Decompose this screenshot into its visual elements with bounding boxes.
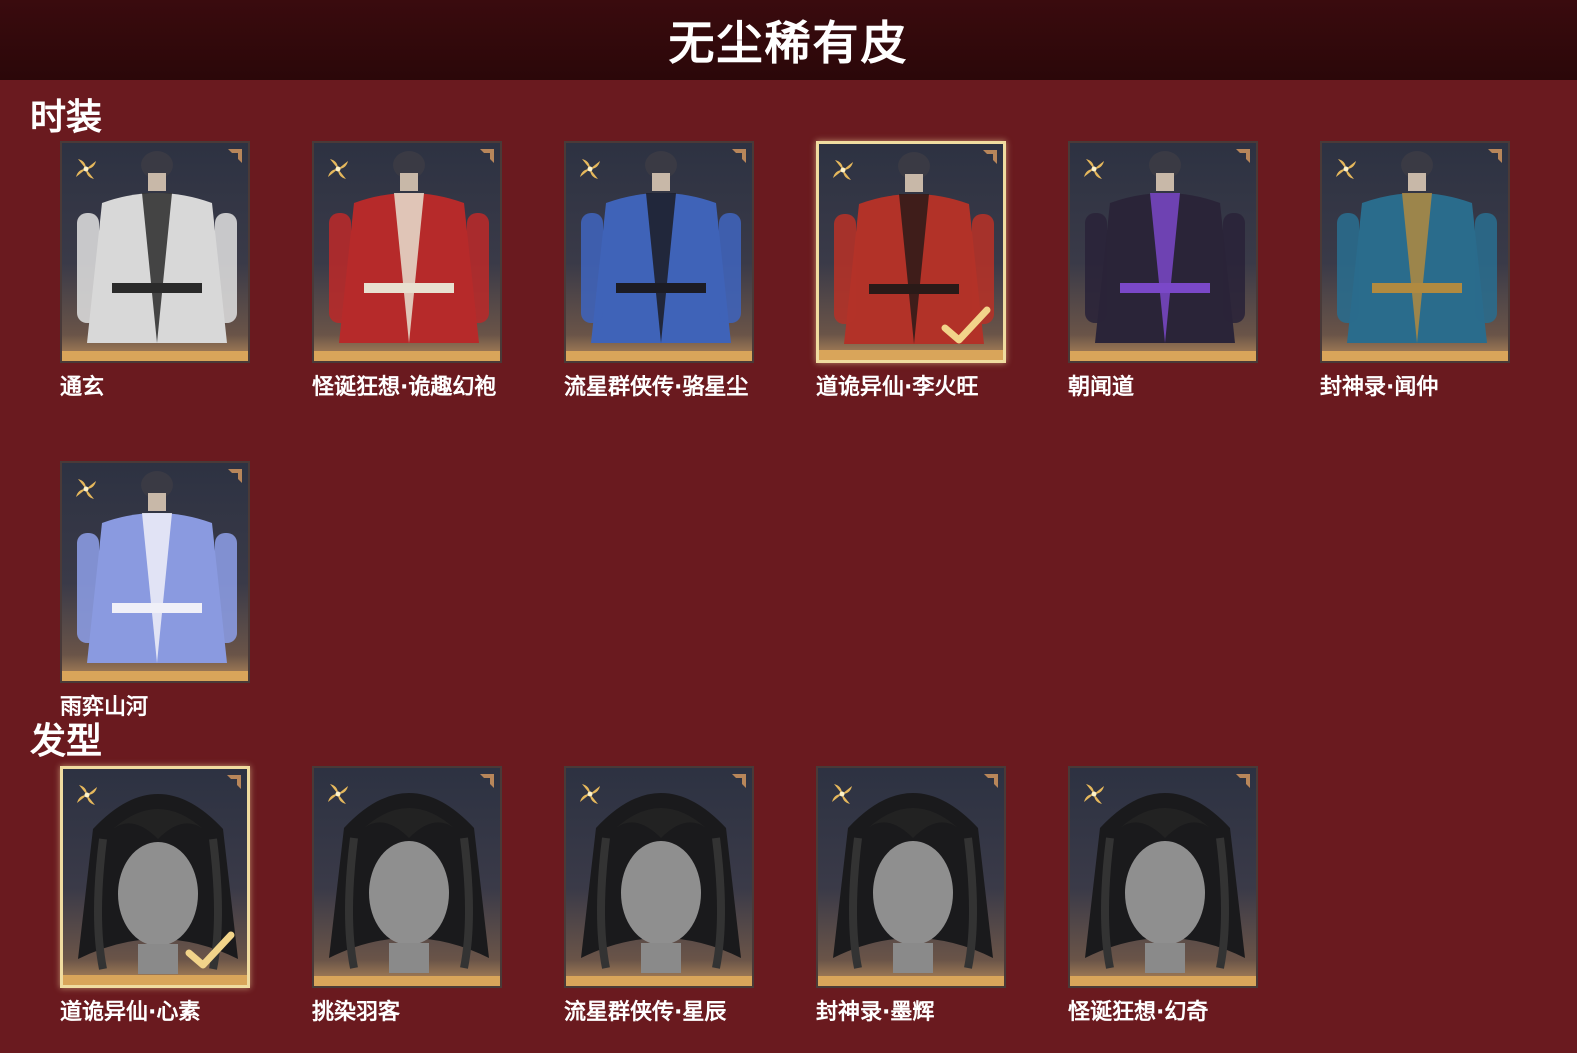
hair-item[interactable]: 怪诞狂想·幻奇 bbox=[1068, 766, 1258, 1026]
fashion-item[interactable]: 怪诞狂想·诡趣幻袍 bbox=[312, 141, 502, 401]
section-title-hair: 发型 bbox=[30, 721, 103, 762]
fashion-label: 封神录·闻仲 bbox=[1320, 375, 1439, 400]
gold-flower-icon bbox=[324, 780, 352, 808]
hair-card[interactable] bbox=[1068, 766, 1258, 988]
corner-ornament-icon bbox=[1234, 772, 1252, 790]
corner-ornament-icon bbox=[226, 147, 244, 165]
corner-ornament-icon bbox=[981, 148, 999, 166]
rarity-bar bbox=[566, 351, 752, 361]
fashion-label: 道诡异仙·李火旺 bbox=[816, 375, 979, 400]
rarity-bar bbox=[566, 976, 752, 986]
fashion-grid: 通玄 怪诞狂想·诡趣幻袍 流星群侠传·骆星尘 道诡异仙·李火旺 朝闻道 封神录·… bbox=[60, 141, 1510, 721]
fashion-item[interactable]: 朝闻道 bbox=[1068, 141, 1258, 401]
corner-ornament-icon bbox=[1486, 147, 1504, 165]
hair-label: 怪诞狂想·幻奇 bbox=[1068, 1000, 1209, 1025]
hair-item[interactable]: 流星群侠传·星辰 bbox=[564, 766, 754, 1026]
fashion-card[interactable] bbox=[1068, 141, 1258, 363]
rarity-bar bbox=[819, 350, 1003, 360]
hair-grid: 道诡异仙·心素 挑染羽客 流星群侠传·星辰 封神录·墨辉 怪诞狂想·幻奇 bbox=[60, 766, 1510, 1026]
fashion-label: 怪诞狂想·诡趣幻袍 bbox=[312, 375, 497, 400]
page-title: 无尘稀有皮 bbox=[668, 16, 909, 70]
section-title-fashion: 时装 bbox=[30, 97, 103, 138]
fashion-item[interactable]: 道诡异仙·李火旺 bbox=[816, 141, 1006, 401]
corner-ornament-icon bbox=[225, 773, 243, 791]
checkmark-icon bbox=[941, 306, 991, 346]
hair-label: 封神录·墨辉 bbox=[816, 1000, 935, 1025]
hair-item[interactable]: 道诡异仙·心素 bbox=[60, 766, 250, 1026]
gold-flower-icon bbox=[828, 780, 856, 808]
hair-label: 流星群侠传·星辰 bbox=[564, 1000, 727, 1025]
fashion-label: 流星群侠传·骆星尘 bbox=[564, 375, 749, 400]
corner-ornament-icon bbox=[730, 772, 748, 790]
rarity-bar bbox=[314, 351, 500, 361]
corner-ornament-icon bbox=[226, 467, 244, 485]
gold-flower-icon bbox=[72, 155, 100, 183]
rarity-bar bbox=[62, 351, 248, 361]
rarity-bar bbox=[818, 976, 1004, 986]
hair-item[interactable]: 挑染羽客 bbox=[312, 766, 502, 1026]
fashion-item[interactable]: 流星群侠传·骆星尘 bbox=[564, 141, 754, 401]
rarity-bar bbox=[63, 975, 247, 985]
gold-flower-icon bbox=[576, 155, 604, 183]
gold-flower-icon bbox=[1080, 155, 1108, 183]
gold-flower-icon bbox=[1332, 155, 1360, 183]
checkmark-icon bbox=[185, 931, 235, 971]
gold-flower-icon bbox=[72, 475, 100, 503]
fashion-item[interactable]: 通玄 bbox=[60, 141, 250, 401]
gold-flower-icon bbox=[324, 155, 352, 183]
hair-card[interactable] bbox=[816, 766, 1006, 988]
fashion-card[interactable] bbox=[60, 461, 250, 683]
gold-flower-icon bbox=[73, 781, 101, 809]
hair-card[interactable] bbox=[564, 766, 754, 988]
rarity-bar bbox=[1070, 351, 1256, 361]
corner-ornament-icon bbox=[478, 772, 496, 790]
fashion-card[interactable] bbox=[60, 141, 250, 363]
hair-label: 道诡异仙·心素 bbox=[60, 1000, 201, 1025]
rarity-bar bbox=[1322, 351, 1508, 361]
fashion-label: 通玄 bbox=[60, 375, 105, 400]
corner-ornament-icon bbox=[982, 772, 1000, 790]
fashion-card[interactable] bbox=[816, 141, 1006, 363]
fashion-item[interactable]: 封神录·闻仲 bbox=[1320, 141, 1510, 401]
rarity-bar bbox=[1070, 976, 1256, 986]
hair-label: 挑染羽客 bbox=[312, 1000, 401, 1025]
rarity-bar bbox=[314, 976, 500, 986]
hair-card[interactable] bbox=[312, 766, 502, 988]
gold-flower-icon bbox=[576, 780, 604, 808]
rarity-bar bbox=[62, 671, 248, 681]
fashion-card[interactable] bbox=[1320, 141, 1510, 363]
gold-flower-icon bbox=[1080, 780, 1108, 808]
gold-flower-icon bbox=[829, 156, 857, 184]
hair-item[interactable]: 封神录·墨辉 bbox=[816, 766, 1006, 1026]
corner-ornament-icon bbox=[478, 147, 496, 165]
fashion-item[interactable]: 雨弈山河 bbox=[60, 461, 250, 721]
fashion-card[interactable] bbox=[312, 141, 502, 363]
fashion-label: 朝闻道 bbox=[1068, 375, 1135, 400]
page-header: 无尘稀有皮 bbox=[0, 0, 1577, 80]
hair-card[interactable] bbox=[60, 766, 250, 988]
fashion-card[interactable] bbox=[564, 141, 754, 363]
corner-ornament-icon bbox=[1234, 147, 1252, 165]
corner-ornament-icon bbox=[730, 147, 748, 165]
